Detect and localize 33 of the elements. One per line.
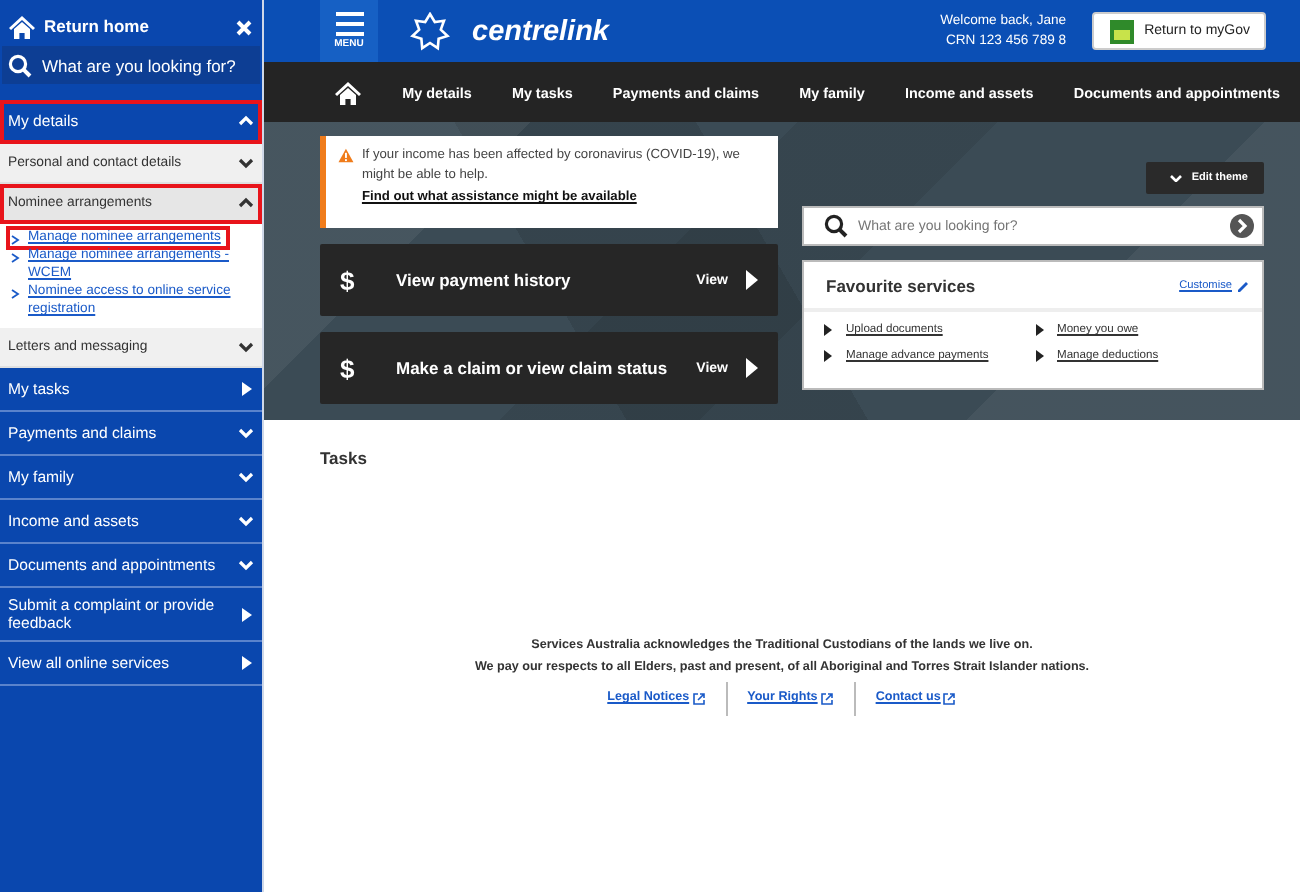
brand-name: centrelink [472, 15, 609, 47]
search-icon [8, 53, 32, 77]
home-icon[interactable] [334, 79, 362, 105]
return-home-link[interactable]: Return home [8, 13, 149, 39]
external-link-icon [942, 692, 957, 707]
action-title: Make a claim or view claim status [396, 358, 670, 378]
favourites-title: Favourite services [826, 275, 976, 295]
tasks-heading: Tasks [320, 448, 369, 468]
chevron-right-icon [10, 288, 20, 301]
search-field[interactable]: What are you looking for? [2, 46, 260, 84]
triangle-right-icon [238, 607, 254, 622]
arrow-circle-icon [1230, 214, 1254, 238]
home-icon [8, 13, 36, 39]
close-icon [236, 19, 252, 35]
search-icon [824, 214, 848, 238]
hamburger-icon [335, 12, 363, 36]
dollar-icon: $ [340, 265, 380, 295]
triangle-right-icon [1035, 324, 1043, 336]
triangle-right-icon [746, 270, 758, 290]
external-link-icon [691, 692, 706, 707]
star-logo-icon [410, 11, 450, 51]
warning-icon [338, 146, 354, 166]
triangle-right-icon [238, 382, 254, 397]
chevron-down-icon [1169, 174, 1182, 182]
triangle-right-icon [824, 350, 832, 362]
action-title: View payment history [396, 270, 573, 290]
pencil-icon [1236, 278, 1250, 292]
dollar-icon: $ [340, 353, 380, 383]
triangle-right-icon [824, 324, 832, 336]
triangle-right-icon [746, 358, 758, 378]
triangle-right-icon [1035, 350, 1043, 362]
external-link-icon [819, 692, 834, 707]
triangle-right-icon [238, 656, 254, 671]
